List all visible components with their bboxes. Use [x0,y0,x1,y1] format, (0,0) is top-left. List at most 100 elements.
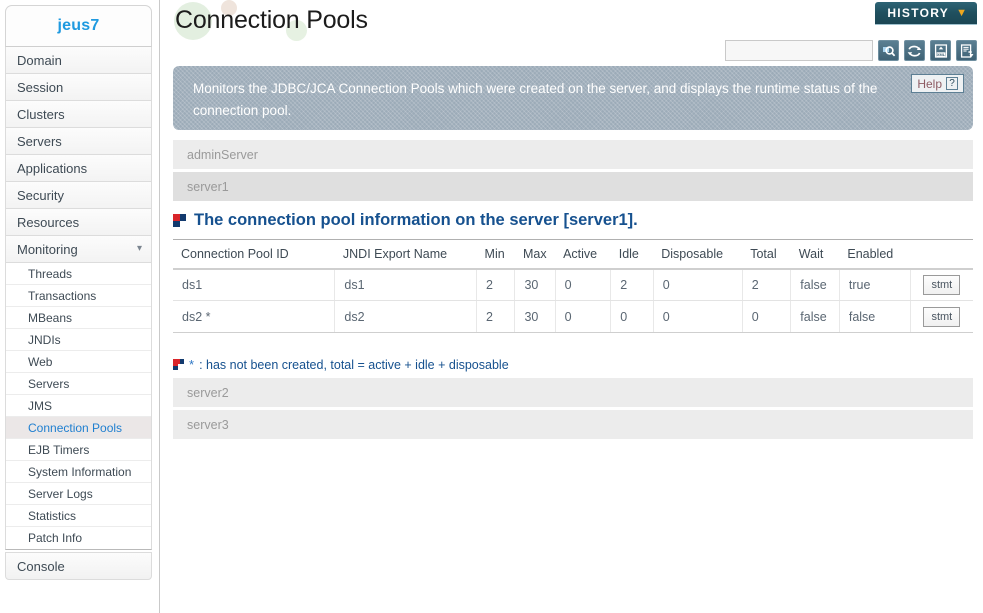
sidebar-logo-label: jeus7 [57,17,100,34]
column-header-idle[interactable]: Idle [610,239,654,270]
server-row-adminserver[interactable]: adminServer [173,140,973,170]
server-row-server1[interactable]: server1 [173,172,973,202]
column-header-min[interactable]: Min [476,239,515,270]
page-header: Connection Pools HISTORY ▼ [161,0,983,44]
sidebar: jeus7 Domain Session Clusters Servers Ap… [0,0,160,613]
svg-text:XML: XML [936,51,945,56]
column-header-actions [910,239,973,270]
sidebar-item-label: Monitoring [17,241,78,257]
sidebar-item-clusters[interactable]: Clusters [5,101,152,128]
server-row-label: server2 [187,385,229,400]
cell-pool-id: ds2 * [173,300,336,333]
cell-jndi: ds2 [334,300,478,333]
sidebar-subitem-label: Statistics [28,508,77,523]
page-title: Connection Pools [175,6,368,34]
section-title: The connection pool information on the s… [194,211,638,229]
help-button[interactable]: Help ? [911,74,964,93]
stmt-button[interactable]: stmt [923,274,961,295]
sidebar-subitem-label: Web [28,354,53,369]
sidebar-item-security[interactable]: Security [5,182,152,209]
stmt-button[interactable]: stmt [923,306,961,327]
server-row-server3[interactable]: server3 [173,410,973,440]
cell-active: 0 [555,268,612,301]
server-row-label: server3 [187,417,229,432]
cell-max: 30 [514,300,556,333]
cell-wait: false [790,268,840,301]
column-header-total[interactable]: Total [742,239,791,270]
sidebar-item-web[interactable]: Web [6,351,151,373]
history-button[interactable]: HISTORY ▼ [875,2,977,24]
chevron-down-icon: ▾ [136,242,142,254]
column-header-active[interactable]: Active [555,239,611,270]
sidebar-item-label: Clusters [17,106,65,122]
cell-total: 2 [742,268,792,301]
sidebar-subitem-label: Server Logs [28,486,93,501]
table-footnote: * : has not been created, total = active… [173,357,509,372]
sidebar-subitem-label: System Information [28,464,132,479]
xml-export-icon[interactable]: XML [930,40,951,61]
sidebar-item-server-logs[interactable]: Server Logs [6,483,151,505]
sidebar-subitem-label: Connection Pools [28,420,123,435]
cell-min: 2 [476,300,516,333]
square-bullet-icon [173,214,186,227]
table-row: ds1 ds1 2 30 0 2 0 2 false true stmt [173,268,973,301]
sidebar-item-applications[interactable]: Applications [5,155,152,182]
cell-enabled: false [839,300,911,333]
sidebar-item-ejb-timers[interactable]: EJB Timers [6,439,151,461]
cell-disposable: 0 [653,268,743,301]
sidebar-submenu-monitoring: Threads Transactions MBeans JNDIs Web Se… [5,263,152,550]
sidebar-item-mbeans[interactable]: MBeans [6,307,151,329]
table-header-row: Connection Pool ID JNDI Export Name Min … [173,239,973,270]
sidebar-item-connection-pools[interactable]: Connection Pools [6,417,151,439]
sidebar-item-threads[interactable]: Threads [6,263,151,285]
sidebar-item-console[interactable]: Console [5,552,152,580]
search-icon[interactable] [878,40,899,61]
sidebar-item-patch-info[interactable]: Patch Info [6,527,151,549]
footnote-text: : has not been created, total = active +… [199,357,509,372]
column-header-enabled[interactable]: Enabled [839,239,911,270]
sidebar-subitem-label: MBeans [28,310,73,325]
column-header-wait[interactable]: Wait [790,239,840,270]
column-header-disposable[interactable]: Disposable [653,239,743,270]
sidebar-item-system-information[interactable]: System Information [6,461,151,483]
column-header-jndi-export-name[interactable]: JNDI Export Name [334,239,477,270]
sidebar-item-session[interactable]: Session [5,74,152,101]
table-row: ds2 * ds2 2 30 0 0 0 0 false false stmt [173,300,973,333]
square-bullet-icon [173,359,184,370]
table-header: Connection Pool ID JNDI Export Name Min … [173,239,973,270]
connection-pool-table: Connection Pool ID JNDI Export Name Min … [173,239,973,333]
sidebar-item-statistics[interactable]: Statistics [6,505,151,527]
sidebar-item-domain[interactable]: Domain [5,47,152,74]
cell-pool-id: ds1 [173,268,336,301]
question-mark-icon: ? [946,77,958,90]
cell-min: 2 [476,268,516,301]
cell-idle: 0 [610,300,654,333]
sidebar-subitem-label: JNDIs [28,332,61,347]
cell-jndi: ds1 [334,268,478,301]
sidebar-nav: Domain Session Clusters Servers Applicat… [5,47,152,263]
sidebar-logo[interactable]: jeus7 [5,5,152,47]
sidebar-item-label: Session [17,79,64,95]
refresh-icon[interactable] [904,40,925,61]
search-input[interactable] [725,40,873,61]
cell-total: 0 [742,300,792,333]
sidebar-item-servers[interactable]: Servers [5,128,152,155]
section-header: The connection pool information on the s… [173,211,638,230]
sidebar-item-jndis[interactable]: JNDIs [6,329,151,351]
column-header-connection-pool-id[interactable]: Connection Pool ID [173,239,335,270]
sidebar-item-label: Servers [17,133,62,149]
server-row-label: server1 [187,179,229,194]
sidebar-item-monitoring-servers[interactable]: Servers [6,373,151,395]
sidebar-item-monitoring[interactable]: Monitoring ▾ [5,236,152,263]
sidebar-subitem-label: EJB Timers [28,442,90,457]
sidebar-item-jms[interactable]: JMS [6,395,151,417]
report-export-icon[interactable] [956,40,977,61]
cell-actions: stmt [910,300,973,333]
sidebar-subitem-label: JMS [28,398,52,413]
sidebar-item-transactions[interactable]: Transactions [6,285,151,307]
column-header-max[interactable]: Max [514,239,556,270]
server-row-server2[interactable]: server2 [173,378,973,408]
sidebar-subitem-label: Patch Info [28,531,83,545]
sidebar-item-resources[interactable]: Resources [5,209,152,236]
history-button-label: HISTORY [887,6,950,20]
